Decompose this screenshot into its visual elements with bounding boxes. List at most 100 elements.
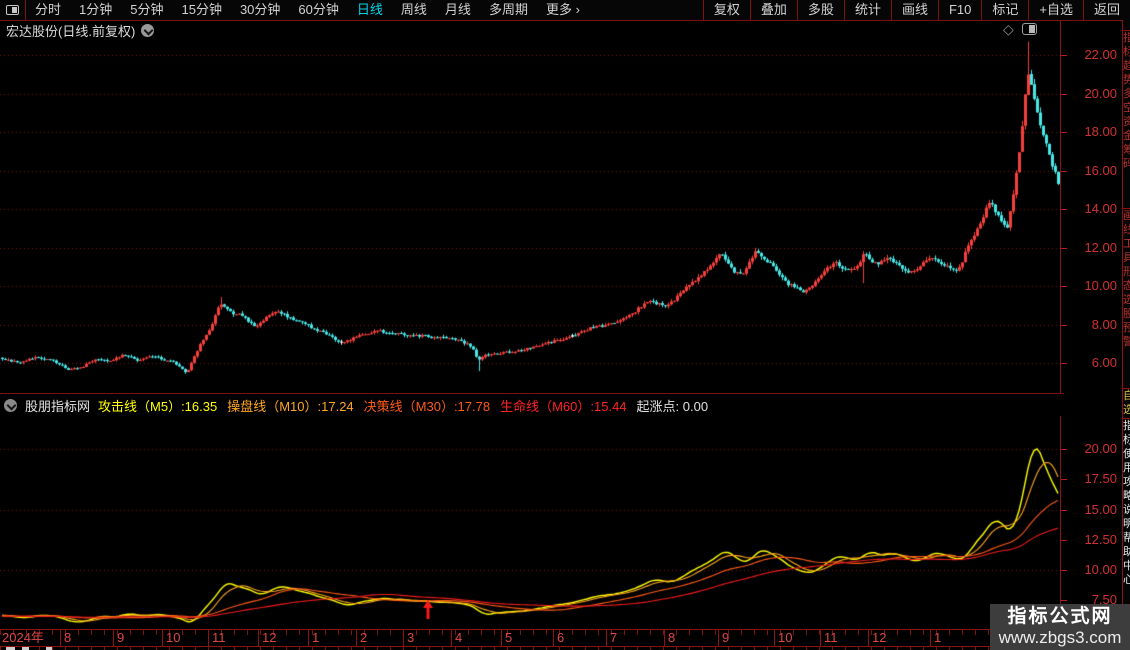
tool-button[interactable]: 复权 (702, 0, 750, 20)
sidebar-section-clipped[interactable]: 自选 (1123, 388, 1130, 419)
month-separator (403, 630, 404, 646)
month-separator (258, 630, 259, 646)
main-candlestick-chart[interactable] (0, 40, 1060, 393)
month-separator (868, 630, 869, 646)
axis-tick (1061, 132, 1067, 133)
axis-tick (1061, 324, 1067, 326)
layout-split-icon[interactable] (0, 0, 26, 20)
sidebar-section-clipped[interactable]: 指标趋势多空资金筹码 (1123, 30, 1130, 209)
indicator-line-chart[interactable] (0, 416, 1060, 628)
month-label: 12 (262, 630, 277, 645)
sidebar-section-clipped[interactable]: 画线工具形态选股预警 (1123, 208, 1130, 389)
price-axis-label: 10.00 (1084, 278, 1117, 293)
month-label: 3 (407, 630, 415, 645)
period-tab[interactable]: 15分钟 (172, 0, 230, 20)
diamond-icon[interactable]: ◇ (1003, 22, 1014, 36)
period-tab[interactable]: 分时 (26, 0, 70, 20)
main-price-axis: 22.00 20.00 18.00 16.00 14.00 12.00 10.00 8.00 6… (1061, 40, 1122, 392)
month-separator (113, 630, 114, 646)
period-tab[interactable]: 月线 (436, 0, 480, 20)
axis-tick (1061, 363, 1067, 364)
trading-app-window: 分时 1分钟 5分钟 15分钟 30分钟 60分钟 日线 周线 月线 多周期 更多 › 复权 叠加 多股… (0, 0, 1130, 650)
tool-button[interactable]: 标记 (981, 0, 1028, 20)
collapse-indicator-icon[interactable] (4, 398, 17, 412)
tool-button[interactable]: 叠加 (749, 0, 797, 20)
period-tab[interactable]: 5分钟 (121, 0, 172, 20)
price-axis-label: 12.50 (1084, 531, 1117, 547)
month-separator (664, 630, 665, 646)
tool-button[interactable]: 画线 (890, 0, 938, 20)
panel-toggle-icon[interactable] (1021, 23, 1037, 35)
split-screen-icon (6, 5, 19, 15)
chevron-down-icon[interactable] (141, 23, 155, 37)
month-separator (718, 630, 719, 646)
month-separator (501, 630, 502, 646)
price-axis-label: 22.00 (1084, 47, 1117, 62)
price-axis-label: 6.00 (1091, 355, 1117, 370)
indicator-value-label: 决策线（M30）:17.78 (363, 398, 491, 414)
month-label: 1 (312, 630, 320, 645)
month-label: 6 (557, 630, 565, 645)
indicator-value-label: 生命线（M60）:15.44 (500, 398, 627, 414)
month-separator (356, 630, 357, 646)
price-axis-label: 12.00 (1084, 239, 1117, 255)
month-label: 2024年 (2, 630, 44, 645)
period-tab[interactable]: 30分钟 (231, 0, 289, 20)
month-label: 12 (872, 630, 887, 645)
axis-tick (1061, 479, 1067, 481)
month-label: 11 (212, 630, 226, 645)
period-tab[interactable]: 周线 (392, 0, 436, 20)
price-axis-label: 20.00 (1084, 85, 1117, 101)
axis-tick (1061, 170, 1067, 172)
price-axis-label: 16.00 (1084, 162, 1117, 178)
period-tab[interactable]: 日线 (348, 0, 392, 20)
stock-title: 宏达股份(日线.前复权) (6, 23, 136, 39)
axis-tick (1061, 509, 1067, 511)
indicator-value-label: 攻击线（M5）:16.35 (98, 398, 218, 414)
month-label: 2 (360, 630, 368, 645)
watermark-title: 指标公式网 (1007, 606, 1113, 627)
price-axis-label: 17.50 (1084, 471, 1117, 487)
month-separator (208, 630, 209, 646)
month-label: 9 (722, 630, 730, 645)
indicator-value-label: 起涨点: 0.00 (636, 398, 709, 414)
month-separator (162, 630, 163, 646)
chart-corner-icons: ◇ (1003, 22, 1037, 36)
axis-tick (1061, 209, 1067, 210)
month-label: 8 (64, 630, 72, 645)
period-tab[interactable]: 多周期 (480, 0, 537, 20)
month-label: 10 (166, 630, 181, 645)
axis-tick (1061, 539, 1067, 541)
month-label: 8 (668, 630, 676, 645)
price-axis-label: 10.00 (1084, 562, 1117, 577)
tool-button[interactable]: F10 (937, 0, 981, 20)
month-label: 1 (934, 630, 942, 645)
tool-button[interactable]: 多股 (796, 0, 844, 20)
period-tab[interactable]: 1分钟 (70, 0, 121, 20)
month-label: 5 (505, 630, 513, 645)
indicator-price-axis: 20.00 17.50 15.00 12.50 10.00 7.50 (1061, 416, 1122, 628)
site-watermark: 指标公式网 www.zbgs3.com (990, 604, 1130, 650)
month-label: 10 (778, 630, 793, 645)
month-separator (308, 630, 309, 646)
axis-tick (1061, 247, 1067, 249)
month-label: 9 (117, 630, 125, 645)
toolbar-actions: 复权 叠加 多股 统计 画线 F10 标记 +自选 返回 (702, 0, 1130, 20)
period-tab[interactable]: 60分钟 (289, 0, 347, 20)
right-sidebar-strip-clipped[interactable]: 指标趋势多空资金筹码画线工具形态选股预警自选指标使用攻略说明帮助中心 (1122, 20, 1130, 650)
month-separator (930, 630, 931, 646)
indicator-value-label: 操盘线（M10）:17.24 (227, 398, 354, 414)
price-axis-label: 20.00 (1084, 441, 1117, 457)
period-tab[interactable]: 更多 › (537, 0, 589, 20)
axis-tick (1061, 55, 1067, 56)
tool-button[interactable]: +自选 (1028, 0, 1083, 20)
tool-button[interactable]: 统计 (843, 0, 891, 20)
axis-tick (1061, 286, 1067, 287)
month-separator (60, 630, 61, 646)
tool-button[interactable]: 返回 (1082, 0, 1130, 20)
month-separator (606, 630, 607, 646)
indicator-header: 股朋指标网 攻击线（M5）:16.35 操盘线（M10）:17.24 决策线（M30… (0, 393, 1064, 416)
date-axis: 2024年 8 9 10 11 12 1 2 3 4 5 6 7 8 9 10 11 12 1 (0, 629, 1122, 647)
price-axis-label: 14.00 (1084, 201, 1117, 216)
period-tabs: 分时 1分钟 5分钟 15分钟 30分钟 60分钟 日线 周线 月线 多周期 更多 › (26, 0, 589, 20)
